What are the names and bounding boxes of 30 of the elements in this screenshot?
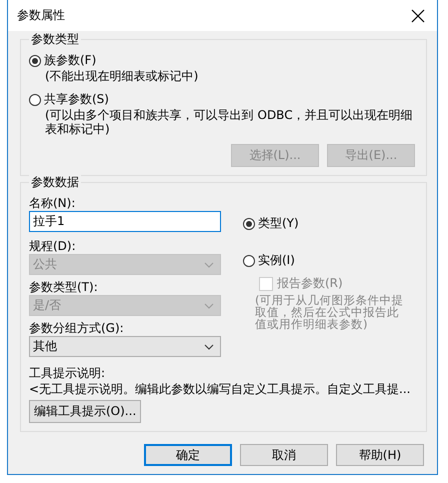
chevron-down-icon: [204, 302, 214, 308]
dialog-button[interactable]: 取消: [240, 444, 328, 466]
field-label: 参数分组方式(G):: [29, 320, 125, 336]
name-field[interactable]: 拉手1: [29, 211, 221, 232]
radio-label[interactable]: 实例(I): [258, 252, 295, 269]
dialog-button[interactable]: 确定: [144, 444, 232, 466]
field-label: 规程(D):: [29, 238, 77, 254]
group-title: 参数类型: [29, 31, 81, 48]
close-icon[interactable]: [411, 8, 425, 22]
field-label: 参数类型(T):: [29, 279, 99, 295]
radio-button[interactable]: [29, 54, 41, 66]
dropdown[interactable]: 其他: [29, 336, 221, 357]
dialog-button[interactable]: 帮助(H): [336, 444, 424, 466]
tooltip-text: <无工具提示说明。编辑此参数以编写自定义工具提示。自定义工具提...: [29, 381, 412, 397]
tooltip-label: 工具提示说明:: [29, 365, 106, 381]
group-title: 参数数据: [29, 174, 81, 191]
radio-label[interactable]: 类型(Y): [258, 215, 299, 232]
radio-button[interactable]: [243, 254, 255, 266]
option-note: (可以由多个项目和族共享，可以导出到 ODBC，并且可以出现在明细表和标记中): [45, 108, 414, 136]
chevron-down-icon: [204, 262, 214, 268]
radio-label[interactable]: 族参数(F): [44, 52, 96, 69]
window-title: 参数属性: [17, 7, 65, 24]
radio-label[interactable]: 共享参数(S): [44, 91, 109, 108]
report-note: (可用于从几何图形条件中提取值，然后在公式中报告此值或用作明细表参数): [255, 294, 404, 330]
edit-tooltip-button[interactable]: 编辑工具提示(O)...: [29, 400, 142, 423]
radio-button[interactable]: [243, 218, 255, 230]
radio-button[interactable]: [29, 94, 41, 106]
field-label: 名称(N):: [29, 195, 76, 211]
option-note: (不能出现在明细表或标记中): [45, 69, 200, 83]
chevron-down-icon: [204, 344, 214, 350]
